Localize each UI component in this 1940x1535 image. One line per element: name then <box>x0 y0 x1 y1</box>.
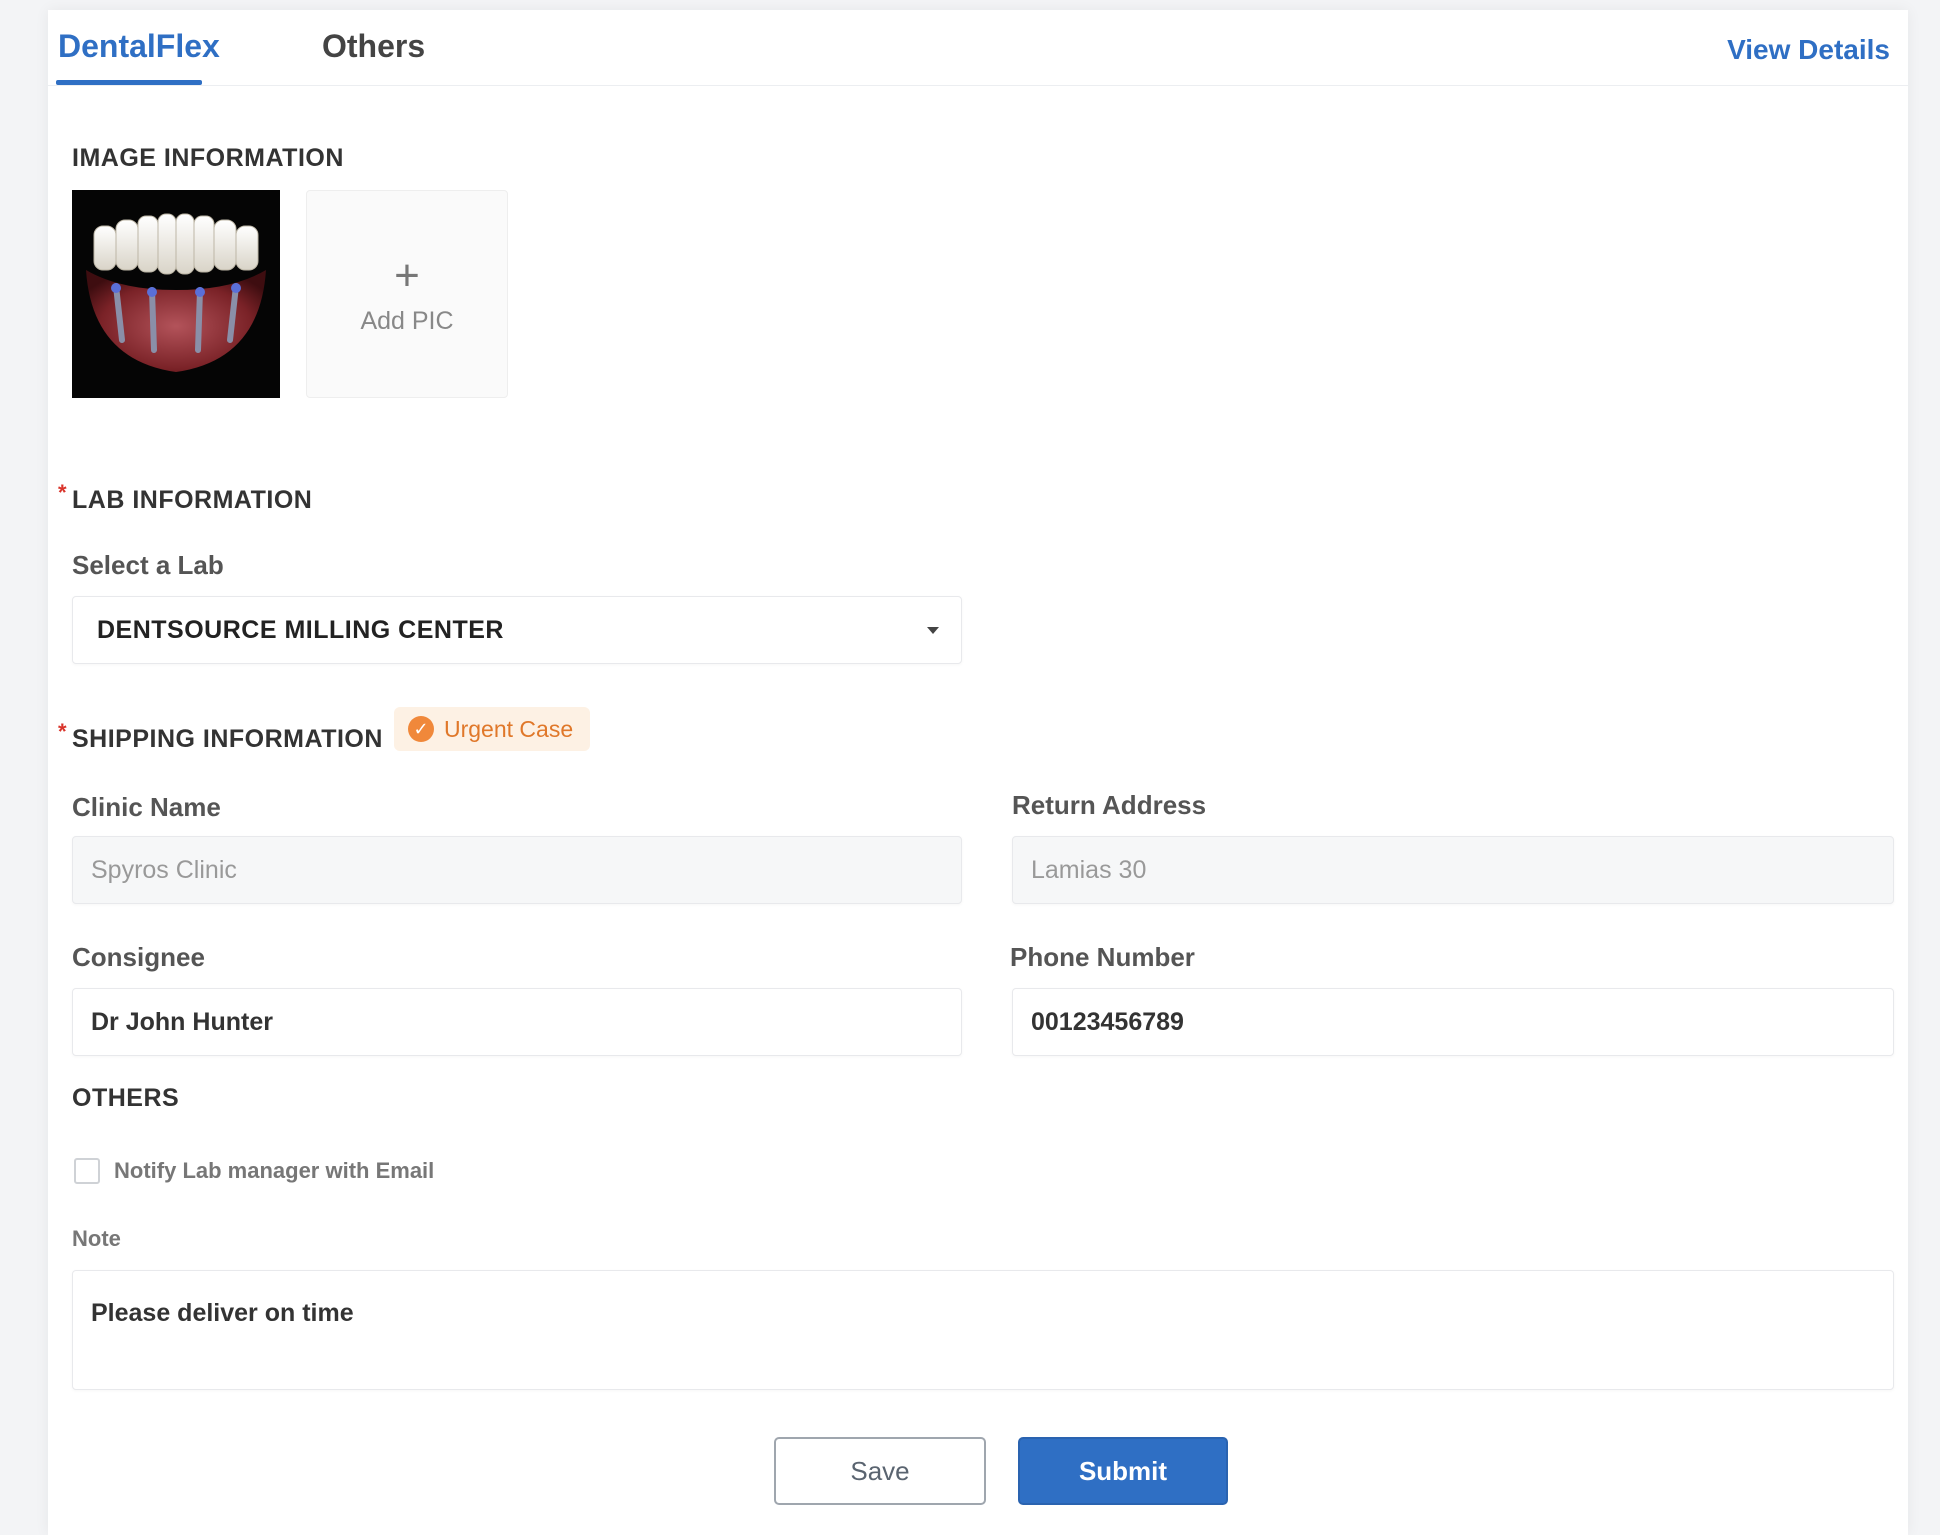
tab-dentalflex[interactable]: DentalFlex <box>58 28 220 65</box>
consignee-field[interactable]: Dr John Hunter <box>72 988 962 1056</box>
clinic-name-field[interactable]: Spyros Clinic <box>72 836 962 904</box>
active-tab-indicator <box>56 80 202 85</box>
note-label: Note <box>72 1226 121 1251</box>
return-address-value: Lamias 30 <box>1031 855 1147 884</box>
note-textarea[interactable]: Please deliver on time <box>72 1270 1894 1390</box>
consignee-value: Dr John Hunter <box>91 1007 273 1036</box>
plus-icon: + <box>394 251 420 300</box>
chevron-down-icon <box>927 627 939 634</box>
tab-bar: DentalFlex Others View Details <box>48 10 1908 86</box>
add-picture-label: Add PIC <box>360 307 454 335</box>
lab-information-title: LAB INFORMATION <box>72 486 313 514</box>
note-value: Please deliver on time <box>91 1299 354 1327</box>
image-information-title: IMAGE INFORMATION <box>72 144 344 172</box>
tab-others[interactable]: Others <box>322 28 425 65</box>
dental-image-thumbnail[interactable] <box>72 190 280 398</box>
urgent-case-toggle[interactable]: ✓ Urgent Case <box>394 707 590 751</box>
notify-label: Notify Lab manager with Email <box>114 1158 435 1183</box>
notify-checkbox[interactable] <box>74 1158 100 1184</box>
others-title: OTHERS <box>72 1084 180 1112</box>
required-marker: * <box>58 480 67 505</box>
return-address-field[interactable]: Lamias 30 <box>1012 836 1894 904</box>
phone-number-value: 00123456789 <box>1031 1007 1184 1036</box>
required-marker: * <box>58 719 67 744</box>
dental-implant-image <box>86 213 266 372</box>
shipping-information-title: SHIPPING INFORMATION <box>72 725 383 753</box>
select-lab-label: Select a Lab <box>72 550 224 580</box>
view-details-link[interactable]: View Details <box>1727 34 1890 66</box>
consignee-label: Consignee <box>72 942 205 972</box>
lab-select[interactable]: DENTSOURCE MILLING CENTER <box>72 596 962 664</box>
save-button[interactable]: Save <box>774 1437 986 1505</box>
order-form-card: DentalFlex Others View Details IMAGE INF… <box>48 10 1908 1535</box>
phone-number-field[interactable]: 00123456789 <box>1012 988 1894 1056</box>
notify-lab-manager-option[interactable]: Notify Lab manager with Email <box>74 1158 434 1184</box>
clinic-name-label: Clinic Name <box>72 792 221 822</box>
add-picture-button[interactable]: + Add PIC <box>306 190 508 398</box>
phone-number-label: Phone Number <box>1010 942 1195 972</box>
clinic-name-value: Spyros Clinic <box>91 855 237 884</box>
lab-select-value: DENTSOURCE MILLING CENTER <box>97 615 504 644</box>
return-address-label: Return Address <box>1012 790 1207 820</box>
urgent-case-label: Urgent Case <box>444 715 574 742</box>
check-circle-icon: ✓ <box>408 716 434 742</box>
submit-button[interactable]: Submit <box>1018 1437 1228 1505</box>
